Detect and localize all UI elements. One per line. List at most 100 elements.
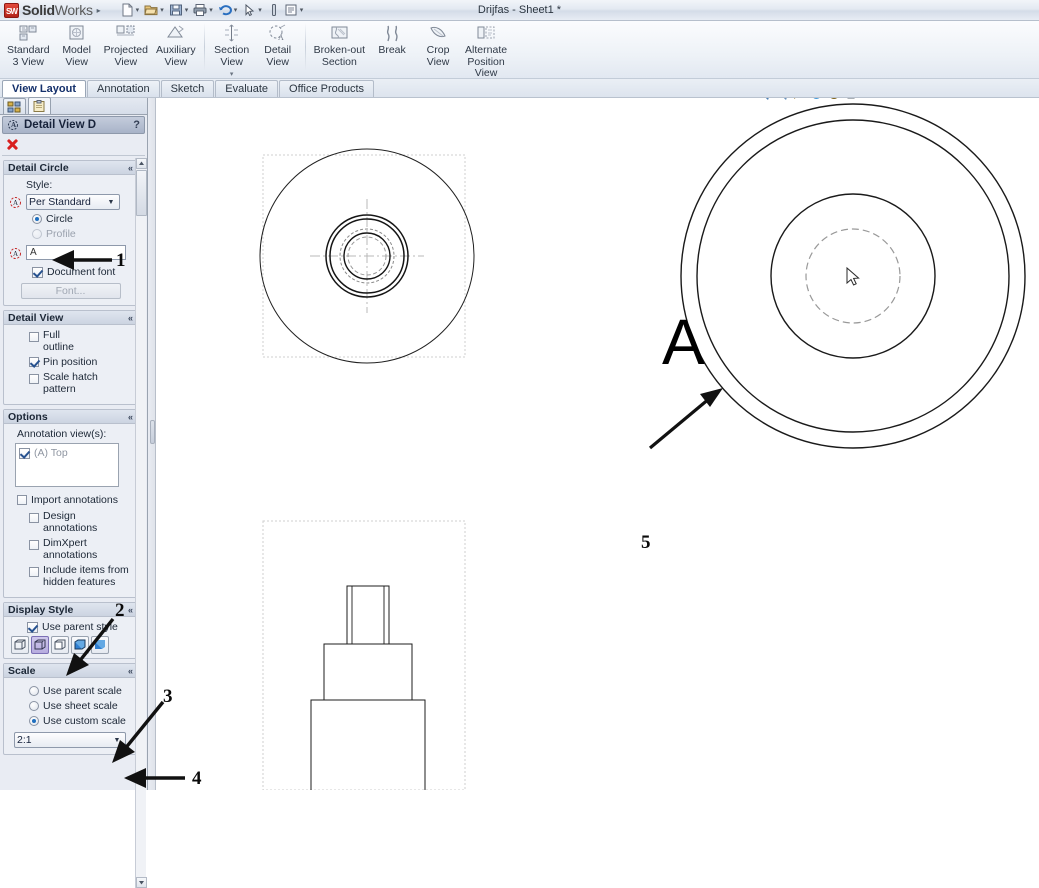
panel-splitter[interactable] [148, 98, 156, 790]
title-bar: SW SolidWorks ▸ ▾ ▾ ▾ ▾ ▾ ▾ ▾ Drijfas - … [0, 0, 1039, 21]
splitter-grip[interactable] [150, 420, 155, 444]
parent-view-top[interactable] [259, 148, 475, 364]
collapse-icon[interactable]: « [128, 605, 133, 615]
circle-radio-label: Circle [46, 213, 73, 225]
shaft-stub[interactable] [346, 585, 390, 645]
custom-scale-combo[interactable]: 2:1 ▼ [14, 732, 126, 748]
import-annotations-checkbox[interactable] [17, 495, 27, 505]
command-label-line1: Auxiliary [155, 44, 196, 56]
group-header-options[interactable]: Options « [4, 410, 137, 424]
alternate-position-view-button[interactable]: Alternate Position View [461, 21, 511, 80]
broken-out-section-button[interactable]: Broken-out Section [310, 21, 369, 68]
include-hidden-features-checkbox[interactable] [29, 567, 39, 577]
shaft-body[interactable] [310, 699, 426, 790]
hidden-lines-removed-button[interactable] [51, 636, 69, 654]
annotation-view-checkbox[interactable] [19, 447, 30, 459]
tab-view-layout[interactable]: View Layout [2, 80, 86, 97]
annotation-number-2: 2 [115, 600, 125, 621]
group-header-detail-view[interactable]: Detail View « [4, 311, 137, 325]
model-view-icon [66, 23, 87, 44]
use-parent-style-checkbox[interactable] [27, 621, 38, 633]
command-label-line2: View [266, 55, 289, 68]
font-button[interactable]: Font... [20, 283, 121, 299]
use-custom-scale-label: Use custom scale [43, 715, 126, 727]
command-label-line1: Break [378, 44, 406, 56]
shaft-middle[interactable] [323, 643, 413, 701]
use-sheet-scale-radio[interactable] [29, 701, 39, 711]
detail-view-label-icon: A [7, 118, 21, 132]
property-manager-panel: A Detail View D ? Detail Circle « Style:… [0, 97, 148, 888]
use-custom-scale-radio[interactable] [29, 716, 39, 726]
group-body-detail-view: Full outline Pin position Scale hatch pa… [4, 325, 137, 404]
group-header-detail-circle[interactable]: Detail Circle « [4, 161, 137, 175]
chevron-down-icon[interactable]: ▼ [105, 199, 117, 206]
shaded-button[interactable] [91, 636, 109, 654]
scroll-thumb[interactable] [136, 170, 147, 216]
feature-tree-icon [7, 101, 22, 113]
svg-text:A: A [278, 33, 284, 42]
command-label-line2: 3 View [12, 55, 44, 68]
command-label-line2: View [220, 55, 243, 68]
scale-hatch-pattern-checkbox[interactable] [29, 374, 39, 384]
ribbon-tab-bar: View Layout Annotation Sketch Evaluate O… [0, 79, 1039, 98]
tab-annotation[interactable]: Annotation [86, 80, 160, 97]
crop-view-button[interactable]: Crop View [415, 21, 461, 68]
document-font-checkbox[interactable] [32, 266, 43, 278]
command-label-line2: View [114, 55, 138, 68]
detail-circle-style-icon: A [9, 195, 23, 209]
tab-evaluate[interactable]: Evaluate [215, 80, 279, 97]
ribbon-separator [203, 23, 205, 71]
detail-view-button[interactable]: A Detail View [255, 21, 301, 68]
full-outline-checkbox[interactable] [29, 332, 39, 342]
section-view-button[interactable]: Section View ▾ [209, 21, 255, 81]
property-manager-actions [2, 134, 145, 156]
property-manager-tab[interactable] [28, 97, 51, 114]
drawing-canvas[interactable]: ▾ ▾ [157, 98, 1039, 790]
command-label-line3: View [474, 67, 498, 79]
collapse-icon[interactable]: « [128, 163, 133, 173]
design-annotations-checkbox[interactable] [29, 513, 39, 523]
break-button[interactable]: Break [369, 21, 415, 57]
detail-circle-style-combo[interactable]: Per Standard ▼ [26, 194, 120, 210]
dimxpert-annotations-label: DimXpert annotations [43, 537, 98, 561]
circle-radio[interactable] [32, 214, 42, 224]
group-header-scale[interactable]: Scale « [4, 664, 137, 678]
use-sheet-scale-label: Use sheet scale [43, 700, 118, 712]
projected-view-icon [115, 23, 136, 44]
use-parent-scale-radio[interactable] [29, 686, 39, 696]
list-item[interactable]: (A) Top [19, 447, 115, 459]
cancel-button[interactable] [6, 138, 19, 151]
annotation-views-listbox[interactable]: (A) Top [15, 443, 119, 487]
drawing-geometry[interactable] [157, 98, 1039, 790]
collapse-icon[interactable]: « [128, 412, 133, 422]
detail-circle-label-A[interactable]: A [662, 310, 705, 374]
annotation-views-label: Annotation view(s): [17, 428, 107, 440]
property-manager-scrollbar[interactable] [135, 158, 147, 888]
help-icon[interactable]: ? [133, 119, 140, 131]
detail-circle-label-field[interactable]: A [26, 245, 126, 260]
auxiliary-view-button[interactable]: Auxiliary View [152, 21, 200, 68]
tab-sketch[interactable]: Sketch [160, 80, 215, 97]
chevron-down-icon[interactable]: ▼ [111, 737, 123, 744]
hidden-lines-visible-button[interactable] [31, 636, 49, 654]
group-body-options: Annotation view(s): (A) Top Import annot… [4, 424, 137, 597]
pin-position-checkbox[interactable] [29, 357, 39, 367]
group-body-display-style: Use parent style [4, 617, 137, 658]
annotation-view-label: (A) Top [34, 447, 68, 459]
scroll-down-arrow[interactable] [136, 877, 147, 888]
wireframe-button[interactable] [11, 636, 29, 654]
tab-office-products[interactable]: Office Products [279, 80, 375, 97]
collapse-icon[interactable]: « [128, 666, 133, 676]
clipboard-icon [32, 100, 47, 112]
front-view-geometry[interactable] [262, 520, 466, 790]
standard-3-view-button[interactable]: Standard 3 View [3, 21, 54, 68]
dimxpert-annotations-checkbox[interactable] [29, 540, 39, 550]
scroll-up-arrow[interactable] [136, 158, 147, 169]
projected-view-button[interactable]: Projected View [100, 21, 152, 68]
profile-radio[interactable] [32, 229, 42, 239]
feature-manager-tab[interactable] [3, 98, 26, 114]
command-label-line1: Alternate [465, 44, 508, 56]
shaded-with-edges-button[interactable] [71, 636, 89, 654]
model-view-button[interactable]: Model View [54, 21, 100, 68]
collapse-icon[interactable]: « [128, 313, 133, 323]
